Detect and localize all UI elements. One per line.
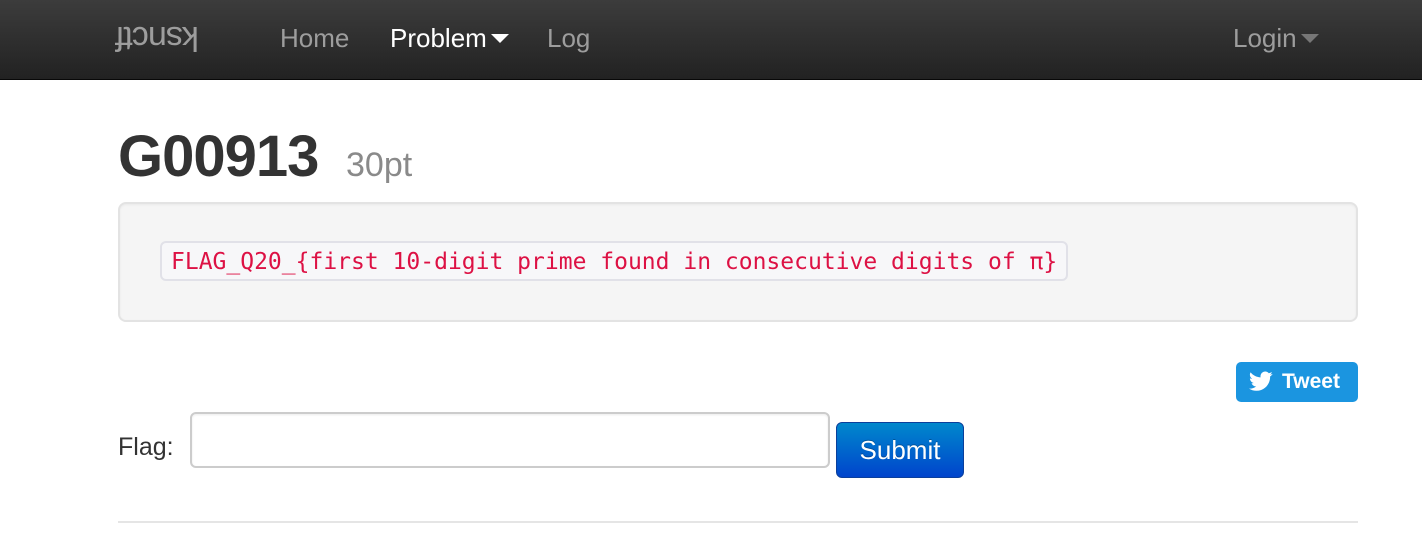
top-navbar: ksnctf Home Problem Log Login xyxy=(0,0,1422,80)
tweet-label: Tweet xyxy=(1282,370,1340,393)
nav-problem-label: Problem xyxy=(390,23,487,53)
tweet-button[interactable]: Tweet xyxy=(1236,362,1358,402)
problem-statement-box: FLAG_Q20_{first 10-digit prime found in … xyxy=(118,202,1358,322)
nav-problem-dropdown[interactable]: Problem xyxy=(390,22,509,54)
footer-divider xyxy=(118,521,1358,523)
flag-input[interactable] xyxy=(190,412,830,468)
login-dropdown[interactable]: Login xyxy=(1233,22,1319,54)
problem-statement-code: FLAG_Q20_{first 10-digit prime found in … xyxy=(160,241,1069,281)
problem-title: G00913 xyxy=(118,124,319,189)
brand-logo[interactable]: ksnctf xyxy=(116,18,199,58)
nav-home-link[interactable]: Home xyxy=(280,22,349,54)
submit-button[interactable]: Submit xyxy=(836,422,964,478)
twitter-bird-icon xyxy=(1249,371,1273,391)
problem-points: 30pt xyxy=(346,146,413,184)
chevron-down-icon xyxy=(1300,33,1319,43)
nav-log-link[interactable]: Log xyxy=(547,22,590,54)
flag-label: Flag: xyxy=(118,433,174,461)
login-label: Login xyxy=(1233,23,1297,53)
chevron-down-icon xyxy=(490,33,509,43)
